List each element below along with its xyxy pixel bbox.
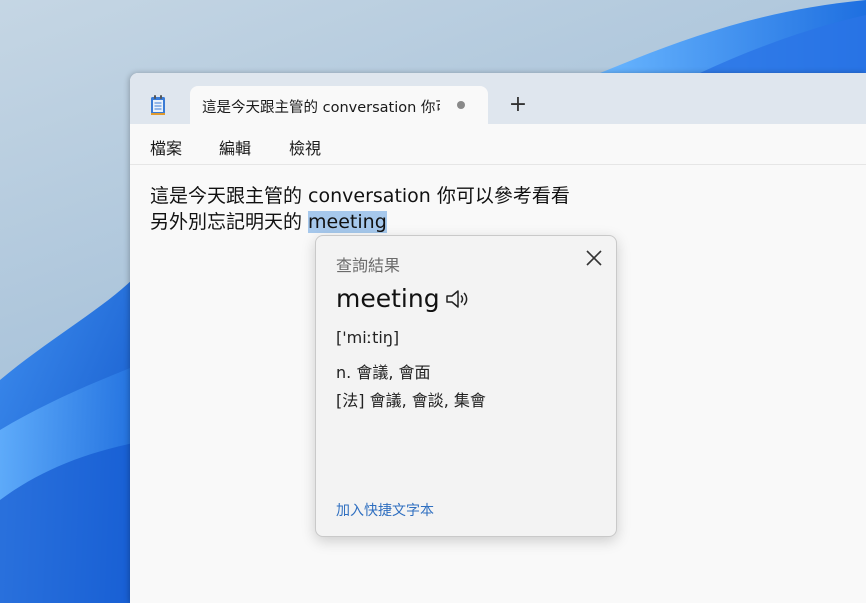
lookup-popup: 查詢結果 meeting ['miːtiŋ] n. 會議, 會面 [法] 會議,… [315, 235, 617, 537]
text-editor[interactable]: 這是今天跟主管的 conversation 你可以參考看看 另外別忘記明天的 m… [150, 183, 850, 235]
phonetic: ['miːtiŋ] [336, 328, 400, 347]
popup-title: 查詢結果 [336, 256, 401, 275]
title-bar: 這是今天跟主管的 conversation 你可 + [130, 73, 866, 124]
lookup-word: meeting [336, 284, 440, 313]
tab-document[interactable]: 這是今天跟主管的 conversation 你可 [190, 86, 488, 124]
notepad-icon [151, 95, 165, 115]
editor-line-2: 另外別忘記明天的 meeting [150, 209, 850, 235]
close-icon[interactable] [582, 246, 606, 270]
word-row: meeting [336, 284, 468, 318]
tab-title: 這是今天跟主管的 conversation 你可 [202, 100, 440, 116]
speaker-icon[interactable] [444, 286, 470, 312]
desktop-background: 這是今天跟主管的 conversation 你可 + 檔案 編輯 檢視 這是今天… [0, 0, 866, 603]
menu-edit[interactable]: 編輯 [219, 135, 251, 159]
selected-text[interactable]: meeting [308, 211, 387, 233]
menu-file[interactable]: 檔案 [150, 135, 182, 159]
add-to-quick-text-link[interactable]: 加入快捷文字本 [336, 500, 434, 520]
unsaved-dot-icon[interactable] [457, 101, 465, 109]
menu-bar: 檔案 編輯 檢視 [130, 124, 866, 165]
menu-view[interactable]: 檢視 [289, 135, 321, 159]
new-tab-button[interactable]: + [504, 93, 532, 119]
definition-2: [法] 會議, 會談, 集會 [336, 391, 486, 410]
editor-line-2-text: 另外別忘記明天的 [150, 211, 309, 233]
editor-line-1: 這是今天跟主管的 conversation 你可以參考看看 [150, 185, 570, 207]
definition-1: n. 會議, 會面 [336, 363, 431, 382]
